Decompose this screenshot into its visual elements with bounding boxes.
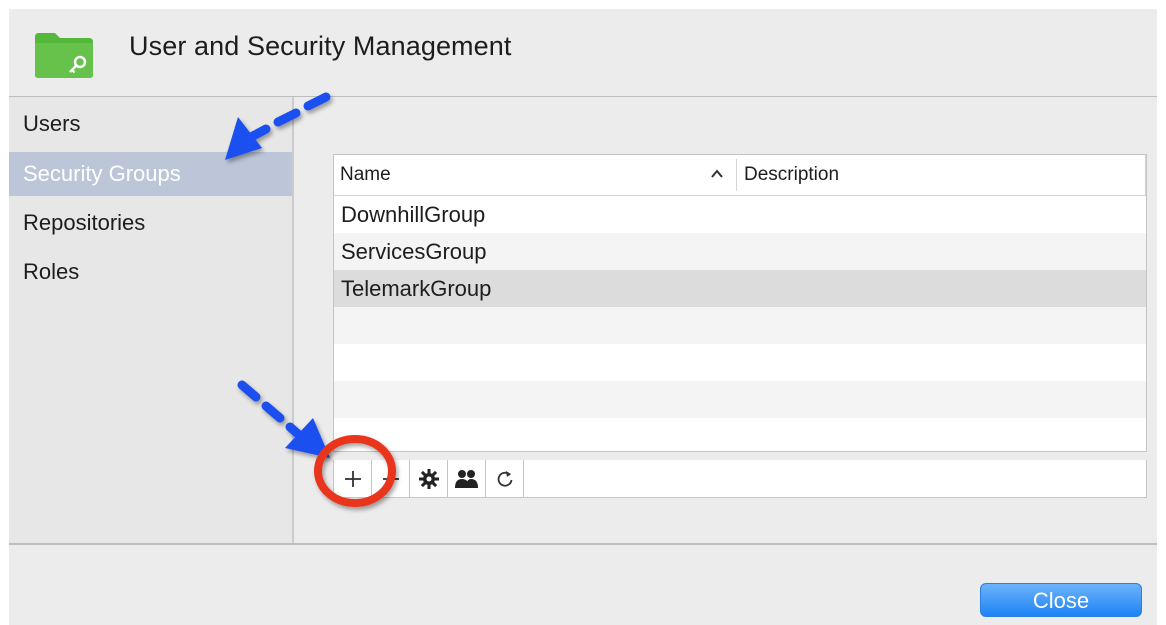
column-divider — [1145, 155, 1146, 195]
column-header-name[interactable]: Name — [340, 155, 391, 195]
group-members-button[interactable] — [448, 460, 486, 497]
plus-icon — [344, 470, 361, 487]
table-header: Name Description — [334, 155, 1146, 196]
column-divider[interactable] — [736, 159, 737, 191]
folder-key-icon — [35, 33, 93, 78]
sidebar-item-security-groups[interactable]: Security Groups — [9, 152, 292, 196]
settings-button[interactable] — [410, 460, 448, 497]
table-row[interactable]: TelemarkGroup — [334, 270, 1146, 307]
table-row[interactable]: DownhillGroup — [334, 196, 1146, 233]
sort-ascending-icon[interactable] — [710, 167, 724, 181]
sidebar-item-roles[interactable]: Roles — [9, 250, 292, 294]
empty-row — [334, 307, 1146, 344]
group-users-icon — [454, 469, 478, 488]
empty-row — [334, 418, 1146, 451]
add-group-button[interactable] — [334, 460, 372, 497]
gear-icon — [418, 468, 439, 489]
table-row[interactable]: ServicesGroup — [334, 233, 1146, 270]
table-toolbar — [333, 460, 1147, 498]
sidebar-item-repositories[interactable]: Repositories — [9, 201, 292, 245]
close-button[interactable]: Close — [980, 583, 1142, 617]
window-title: User and Security Management — [129, 31, 512, 61]
minus-icon — [382, 477, 399, 480]
refresh-icon — [497, 470, 512, 487]
table-body: DownhillGroup ServicesGroup TelemarkGrou… — [334, 196, 1146, 451]
refresh-button[interactable] — [486, 460, 524, 497]
security-groups-table: Name Description DownhillGroup ServicesG… — [333, 154, 1147, 452]
remove-group-button[interactable] — [372, 460, 410, 497]
window-footer: Close — [9, 543, 1157, 625]
column-header-description[interactable]: Description — [744, 155, 839, 195]
window-header: User and Security Management — [9, 9, 1157, 97]
sidebar: Users Security Groups Repositories Roles — [9, 97, 294, 543]
empty-row — [334, 344, 1146, 381]
user-security-management-window: User and Security Management Users Secur… — [9, 9, 1157, 625]
sidebar-item-users[interactable]: Users — [9, 102, 292, 146]
main-panel: Name Description DownhillGroup ServicesG… — [294, 97, 1157, 543]
empty-row — [334, 381, 1146, 418]
